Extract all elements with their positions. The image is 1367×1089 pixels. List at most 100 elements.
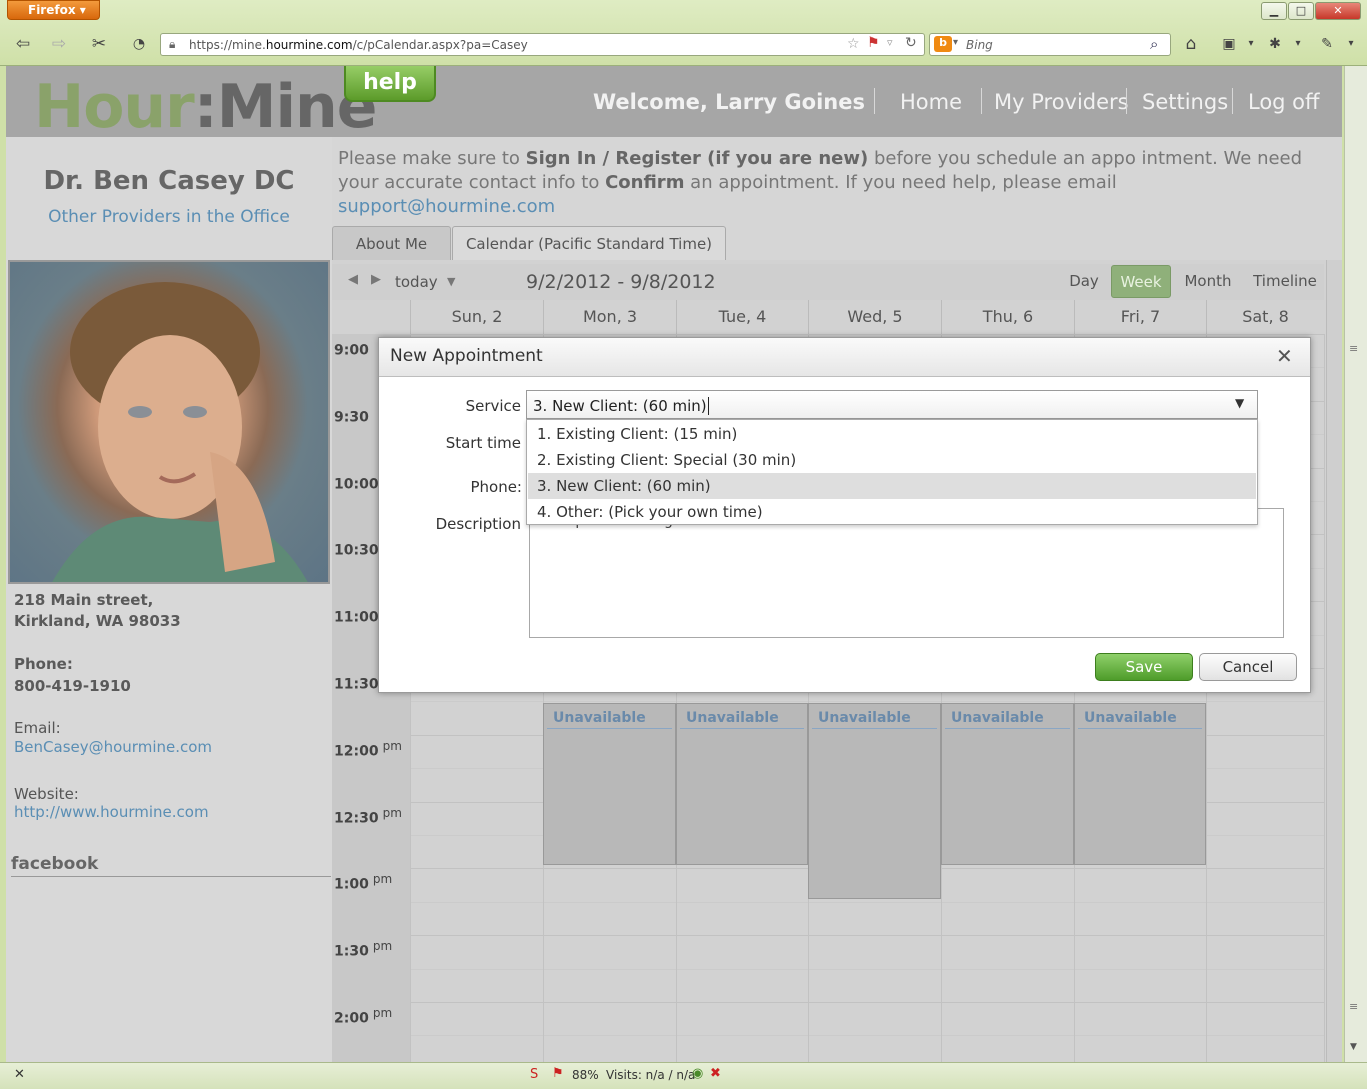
- cancel-button[interactable]: Cancel: [1199, 653, 1297, 681]
- calendar-toolbar: [332, 264, 1324, 300]
- tools-dropdown-icon[interactable]: ▾: [1340, 33, 1362, 55]
- home-icon[interactable]: ⌂: [1180, 33, 1202, 55]
- address-line2: Kirkland, WA 98033: [14, 612, 181, 630]
- facebook-heading: facebook: [11, 854, 331, 877]
- tab-about-me[interactable]: About Me: [332, 226, 451, 260]
- service-select[interactable]: 3. New Client: (60 min): [526, 390, 1258, 419]
- notice-bold: Sign In / Register (if you are new): [525, 148, 869, 169]
- flag-icon[interactable]: ⚑: [867, 35, 880, 51]
- tools-icon[interactable]: ✎: [1316, 33, 1338, 55]
- time-label: 1:00 pm: [334, 872, 393, 893]
- grid-line: [410, 935, 1324, 936]
- unavailable-label: Unavailable: [1078, 704, 1202, 729]
- next-week-icon[interactable]: ▶: [371, 272, 381, 287]
- day-header: Mon, 3: [543, 300, 676, 334]
- description-label: Description: [435, 515, 521, 533]
- time-label: 10:00: [334, 476, 379, 493]
- address-line1: 218 Main street,: [14, 591, 154, 609]
- visits-text: Visits: n/a / n/a: [606, 1068, 696, 1082]
- description-field[interactable]: Neck pain radiating out to back: [529, 508, 1284, 638]
- engine-dropdown-icon[interactable]: ▾: [953, 37, 958, 48]
- website-label: Website:: [14, 785, 79, 803]
- help-button[interactable]: help: [344, 66, 436, 102]
- bookmarks-dropdown-icon[interactable]: ▾: [1240, 33, 1262, 55]
- save-button[interactable]: Save: [1095, 653, 1193, 681]
- time-label: 9:00: [334, 342, 369, 359]
- start-time-label: Start time: [445, 434, 521, 452]
- time-label: 2:00 pm: [334, 1006, 393, 1027]
- search-placeholder: Bing: [966, 38, 993, 52]
- unavailable-label: Unavailable: [945, 704, 1070, 729]
- nav-settings[interactable]: Settings: [1142, 90, 1228, 114]
- close-window-button[interactable]: ✕: [1315, 2, 1361, 20]
- grid-column-line: [1324, 334, 1325, 1062]
- grid-line: [410, 701, 1324, 702]
- day-header: Sun, 2: [410, 300, 543, 334]
- flag-icon[interactable]: ⚑: [552, 1066, 564, 1081]
- provider-name: Dr. Ben Casey DC: [43, 166, 295, 196]
- page-scrollbar[interactable]: ≡ ≡ ▼: [1344, 66, 1367, 1062]
- grid-line: [410, 1035, 1324, 1036]
- hourmine-logo[interactable]: Hour:Mine: [34, 72, 377, 142]
- back-icon[interactable]: ⇦: [12, 33, 34, 55]
- date-range: 9/2/2012 - 9/8/2012: [526, 271, 716, 293]
- minimize-button[interactable]: ▁: [1261, 2, 1287, 20]
- browser-chrome: Firefox ▾ ▁ □ ✕ ⇦ ⇨ ✂ ◔ 🔒︎ https://mine.…: [0, 0, 1367, 66]
- chevron-down-icon[interactable]: ▼: [1235, 396, 1244, 410]
- addon-bug-icon[interactable]: ✱: [1264, 33, 1286, 55]
- website-link[interactable]: http://www.hourmine.com: [14, 803, 209, 821]
- time-label: 1:30 pm: [334, 939, 393, 960]
- today-dropdown-icon[interactable]: ▼: [447, 275, 455, 288]
- forward-icon[interactable]: ⇨: [48, 33, 70, 55]
- notice-bold: Confirm: [605, 172, 685, 193]
- welcome-text: Welcome, Larry Goines: [593, 90, 865, 114]
- scissors-icon[interactable]: ✂: [88, 33, 110, 55]
- service-option[interactable]: 4. Other: (Pick your own time): [528, 499, 1256, 525]
- nav-home[interactable]: Home: [900, 90, 962, 114]
- nav-log-off[interactable]: Log off: [1248, 90, 1320, 114]
- error-icon[interactable]: ✖: [710, 1066, 721, 1081]
- reload-icon[interactable]: ↻: [905, 35, 917, 51]
- view-month-button[interactable]: Month: [1178, 265, 1238, 298]
- notice-text: Please make sure to: [338, 148, 526, 169]
- support-email-link[interactable]: support@hourmine.com: [338, 196, 555, 217]
- addon-dropdown-icon[interactable]: ▾: [1287, 33, 1309, 55]
- tab-calendar[interactable]: Calendar (Pacific Standard Time): [452, 226, 726, 260]
- view-day-button[interactable]: Day: [1064, 265, 1104, 298]
- url-bar[interactable]: 🔒︎ https://mine.hourmine.com/c/pCalendar…: [160, 33, 925, 56]
- other-providers-link[interactable]: Other Providers in the Office: [6, 207, 332, 227]
- service-option[interactable]: 3. New Client: (60 min): [528, 473, 1256, 499]
- day-header: Tue, 4: [676, 300, 808, 334]
- day-header: Wed, 5: [808, 300, 941, 334]
- notice-text: an appointment. If you need help, please…: [684, 172, 1117, 193]
- email-link[interactable]: BenCasey@hourmine.com: [14, 738, 212, 756]
- today-button[interactable]: today: [395, 273, 438, 291]
- unavailable-label: Unavailable: [680, 704, 804, 729]
- bookmarks-icon[interactable]: ▣: [1218, 33, 1240, 55]
- view-week-button[interactable]: Week: [1111, 265, 1171, 298]
- site-header: Hour:Mine help Welcome, Larry Goines Hom…: [6, 66, 1342, 142]
- maximize-button[interactable]: □: [1288, 2, 1314, 20]
- calendar-scrollbar[interactable]: [1326, 260, 1342, 1062]
- nav-divider: [1232, 88, 1233, 114]
- service-dropdown-list: 1. Existing Client: (15 min) 2. Existing …: [526, 419, 1258, 525]
- noscript-icon[interactable]: S: [530, 1067, 538, 1082]
- view-timeline-button[interactable]: Timeline: [1248, 265, 1322, 298]
- firefox-menu-button[interactable]: Firefox ▾: [7, 0, 100, 20]
- addon-icon[interactable]: ◉: [692, 1066, 703, 1081]
- nav-my-providers[interactable]: My Providers: [994, 90, 1129, 114]
- prev-week-icon[interactable]: ◀: [348, 272, 358, 287]
- addon-icon[interactable]: ◔: [128, 33, 150, 55]
- dropdown-icon[interactable]: ▿: [887, 36, 893, 49]
- bookmark-star-icon[interactable]: ☆: [847, 36, 860, 52]
- day-header: Sat, 8: [1206, 300, 1324, 334]
- search-bar[interactable]: b ▾ Bing ⌕: [929, 33, 1171, 56]
- scheduling-notice: Please make sure to Sign In / Register (…: [338, 147, 1338, 219]
- grid-line: [410, 334, 1324, 335]
- service-option[interactable]: 2. Existing Client: Special (30 min): [528, 447, 1256, 473]
- dialog-close-icon[interactable]: ✕: [1276, 344, 1293, 368]
- close-addon-bar-icon[interactable]: ✕: [14, 1067, 25, 1082]
- service-option[interactable]: 1. Existing Client: (15 min): [528, 421, 1256, 447]
- search-icon[interactable]: ⌕: [1150, 35, 1158, 53]
- dialog-title: New Appointment: [379, 338, 1310, 377]
